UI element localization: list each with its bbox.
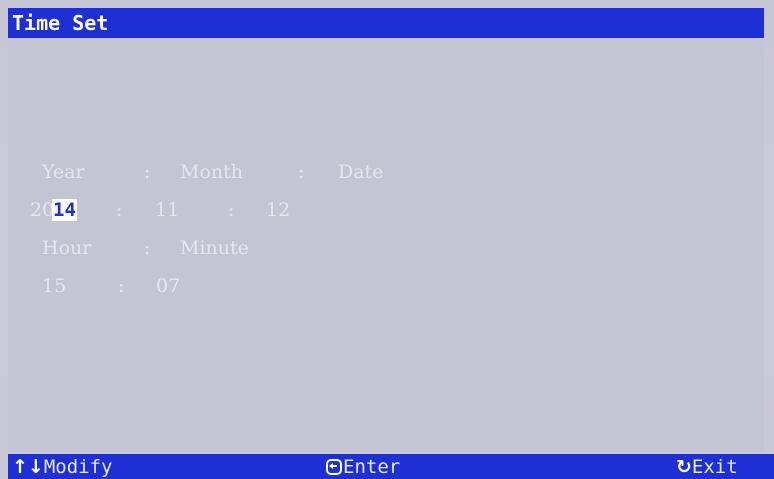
separator: : [144, 237, 151, 259]
month-value[interactable]: 11 [155, 199, 179, 221]
device-screen: Time Set Year : Month : Date 20 14 : 11 … [0, 0, 774, 479]
separator: : [298, 161, 305, 183]
exit-softkey[interactable]: ↻Exit [676, 456, 738, 478]
hour-label: Hour [42, 237, 92, 259]
separator: : [144, 161, 151, 183]
softkey-bar: ↑↓Modify Enter ↻Exit [8, 454, 774, 479]
modify-softkey[interactable]: ↑↓Modify [12, 456, 112, 478]
date-value[interactable]: 12 [266, 199, 290, 221]
year-label: Year [42, 161, 85, 183]
page-title: Time Set [12, 11, 109, 35]
separator: : [228, 199, 235, 221]
separator: : [118, 275, 125, 297]
refresh-icon: ↻ [676, 456, 692, 478]
exit-label: Exit [691, 456, 738, 478]
enter-label: Enter [343, 456, 401, 478]
hour-value[interactable]: 15 [42, 275, 66, 297]
year-prefix: 20 [30, 199, 55, 221]
enter-softkey[interactable]: Enter [326, 456, 400, 478]
minute-value[interactable]: 07 [156, 275, 180, 297]
date-label: Date [338, 161, 384, 183]
modify-label: Modify [43, 456, 113, 478]
month-label: Month [180, 161, 244, 183]
time-set-panel: Year : Month : Date 20 14 : 11 : 12 Hour… [8, 38, 764, 452]
minute-label: Minute [180, 237, 249, 259]
year-value-selected[interactable]: 14 [52, 199, 77, 221]
up-down-arrow-icon: ↑↓ [12, 456, 44, 478]
enter-icon [326, 459, 342, 475]
separator: : [116, 199, 123, 221]
title-bar: Time Set [8, 8, 764, 38]
